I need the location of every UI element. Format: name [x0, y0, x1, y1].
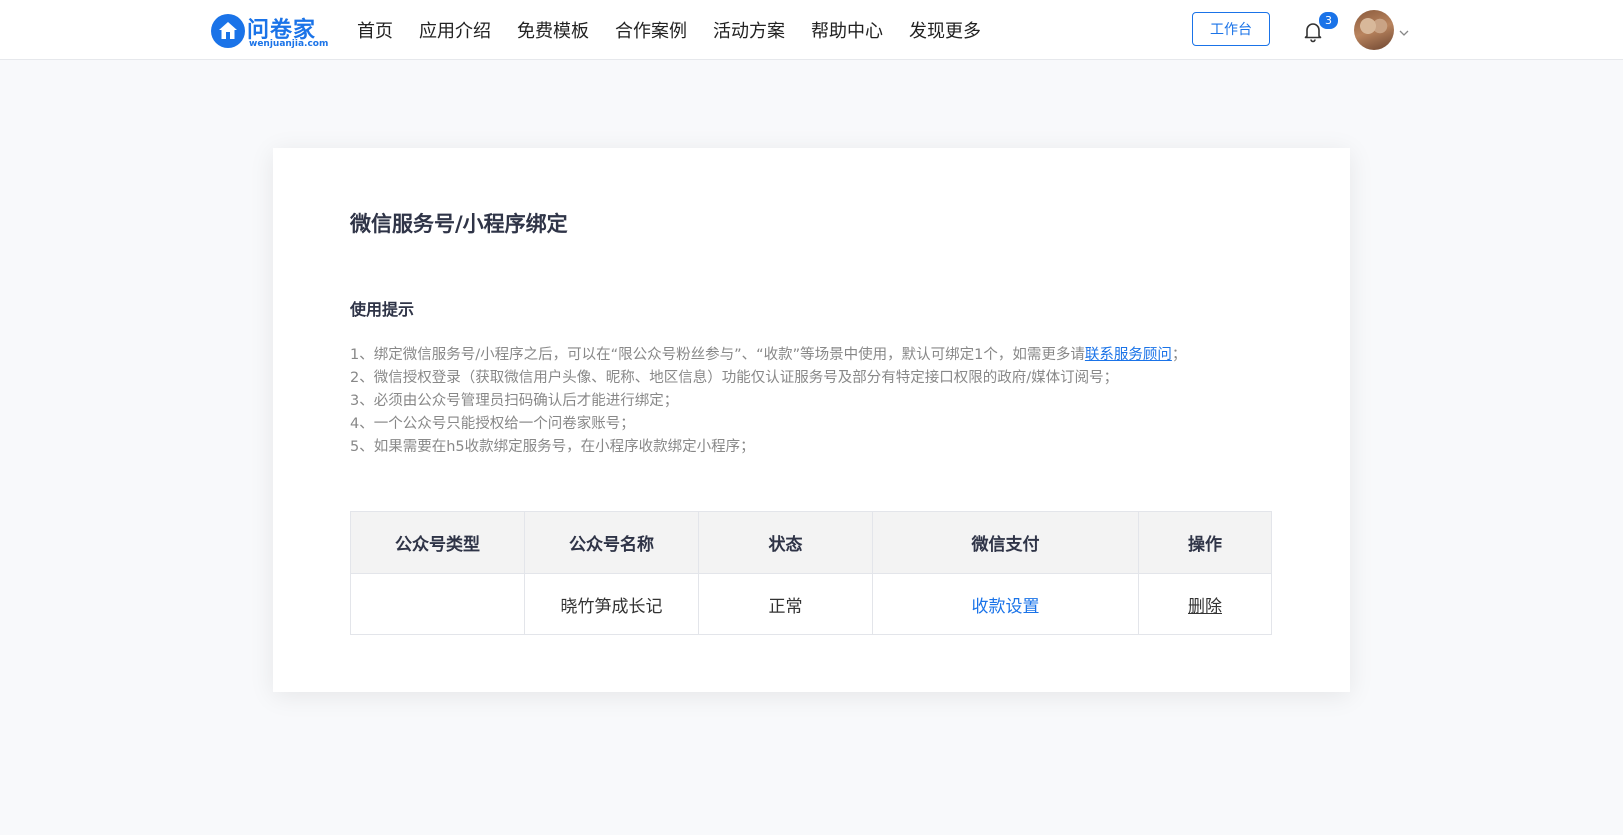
usage-tips-list: 1、绑定微信服务号/小程序之后，可以在“限公众号粉丝参与”、“收款”等场景中使用… [350, 344, 1186, 459]
notification-badge: 3 [1318, 11, 1339, 30]
tip-line-1-text: 1、绑定微信服务号/小程序之后，可以在“限公众号粉丝参与”、“收款”等场景中使用… [350, 347, 1085, 363]
cell-status: 正常 [698, 573, 873, 635]
nav-free-templates[interactable]: 免费模板 [517, 17, 589, 43]
top-navigation-bar: 问卷家 wenjuanjia.com 首页 应用介绍 免费模板 合作案例 活动方… [0, 0, 1623, 60]
wenjuanjia-logo[interactable]: 问卷家 wenjuanjia.com [211, 12, 331, 50]
column-header-account-type: 公众号类型 [350, 511, 525, 574]
delete-link[interactable]: 删除 [1188, 597, 1222, 617]
nav-app-intro[interactable]: 应用介绍 [419, 17, 491, 43]
tip-line-5: 5、如果需要在h5收款绑定服务号，在小程序收款绑定小程序； [350, 439, 755, 455]
contact-advisor-link[interactable]: 联系服务顾问 [1085, 347, 1172, 363]
cell-account-name: 晓竹笋成长记 [524, 573, 699, 635]
logo-house-icon [211, 14, 245, 48]
chevron-down-icon[interactable] [1398, 24, 1410, 36]
wechat-binding-card: 微信服务号/小程序绑定 使用提示 1、绑定微信服务号/小程序之后，可以在“限公众… [273, 148, 1350, 692]
column-header-actions: 操作 [1138, 511, 1272, 574]
tip-line-3: 3、必须由公众号管理员扫码确认后才能进行绑定； [350, 393, 679, 409]
tip-line-1: 1、绑定微信服务号/小程序之后，可以在“限公众号粉丝参与”、“收款”等场景中使用… [350, 344, 1186, 367]
nav-discover-more[interactable]: 发现更多 [909, 17, 981, 43]
cell-wechat-pay: 收款设置 [872, 573, 1139, 635]
page-title: 微信服务号/小程序绑定 [350, 212, 568, 236]
payment-settings-link[interactable]: 收款设置 [972, 597, 1040, 617]
nav-home[interactable]: 首页 [357, 17, 393, 43]
nav-help-center[interactable]: 帮助中心 [811, 17, 883, 43]
nav-campaigns[interactable]: 活动方案 [713, 17, 785, 43]
main-nav: 首页 应用介绍 免费模板 合作案例 活动方案 帮助中心 发现更多 [357, 0, 1007, 60]
table-row: 晓竹笋成长记 正常 收款设置 删除 [350, 573, 1272, 635]
nav-cases[interactable]: 合作案例 [615, 17, 687, 43]
tip-line-1-end: ； [1171, 347, 1187, 363]
usage-tips-heading: 使用提示 [350, 300, 415, 319]
cell-account-type [350, 573, 525, 635]
column-header-status: 状态 [698, 511, 873, 574]
tip-line-2: 2、微信授权登录（获取微信用户头像、昵称、地区信息）功能仅认证服务号及部分有特定… [350, 370, 1119, 386]
column-header-wechat-pay: 微信支付 [872, 511, 1139, 574]
user-avatar[interactable] [1354, 10, 1394, 50]
logo-subtext: wenjuanjia.com [249, 39, 329, 49]
table-header-row: 公众号类型 公众号名称 状态 微信支付 操作 [350, 511, 1272, 574]
tip-line-4: 4、一个公众号只能授权给一个问卷家账号； [350, 416, 635, 432]
cell-actions: 删除 [1138, 573, 1272, 635]
column-header-account-name: 公众号名称 [524, 511, 699, 574]
account-table: 公众号类型 公众号名称 状态 微信支付 操作 晓竹笋成长记 正常 收款设置 删除 [350, 511, 1272, 635]
workbench-button[interactable]: 工作台 [1192, 12, 1270, 46]
